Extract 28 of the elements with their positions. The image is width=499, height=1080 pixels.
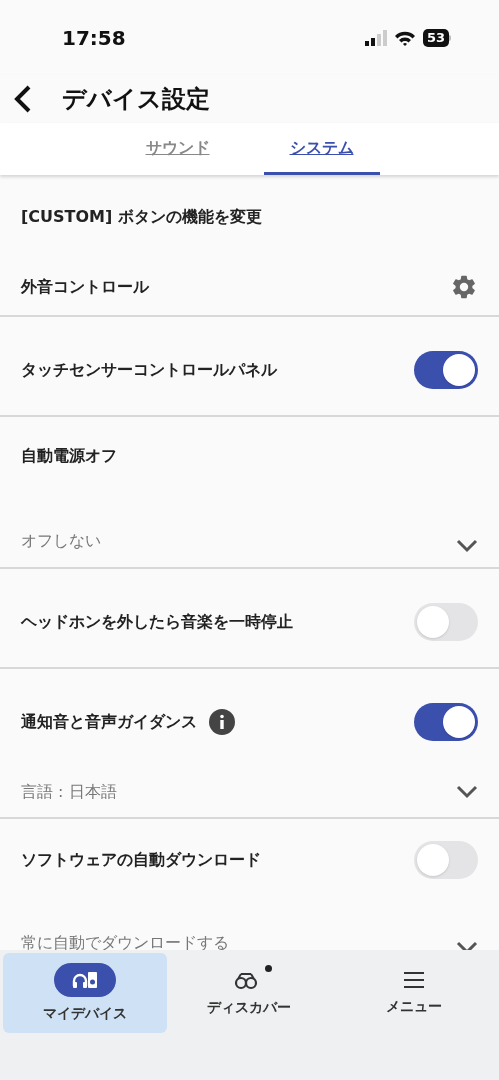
battery-indicator: 53 [422, 28, 451, 47]
nav-tab[interactable]: ディスカバー [167, 953, 332, 1033]
signal-icon [364, 29, 387, 46]
setting-link[interactable]: [CUSTOM] ボタンの機能を変更 [21, 205, 262, 229]
status-time: 17:58 [62, 24, 126, 52]
nav-tab[interactable]: メニュー [331, 953, 496, 1033]
setting-label: 自動電源オフ [21, 445, 117, 467]
chevron-down-icon [456, 785, 478, 799]
setting-label: タッチセンサーコントロールパネル [21, 359, 277, 381]
toggle-switch[interactable] [414, 703, 478, 741]
setting-label: 外音コントロール [21, 276, 149, 298]
settings-icon[interactable] [450, 273, 478, 301]
wifi-icon [393, 29, 416, 46]
dropdown-field[interactable]: オフしない [0, 487, 499, 567]
toggle-switch[interactable] [414, 351, 478, 389]
toggle-switch[interactable] [414, 841, 478, 879]
setting-label: ヘッドホンを外したら音楽を一時停止 [21, 611, 293, 633]
setting-label: ソフトウェアの自動ダウンロード [21, 849, 261, 871]
tab[interactable]: サウンド [119, 123, 236, 175]
toggle-switch[interactable] [414, 603, 478, 641]
chevron-down-icon [456, 539, 478, 553]
dropdown-field[interactable]: 言語 : 日本語 [0, 767, 499, 817]
nav-tab[interactable]: マイデバイス [3, 953, 168, 1033]
page-title: デバイス設定 [62, 84, 210, 115]
info-icon[interactable] [209, 709, 235, 735]
headphones-speaker-icon [54, 962, 117, 997]
menu-icon [401, 969, 426, 990]
setting-label: 通知音と音声ガイダンス [21, 711, 197, 733]
